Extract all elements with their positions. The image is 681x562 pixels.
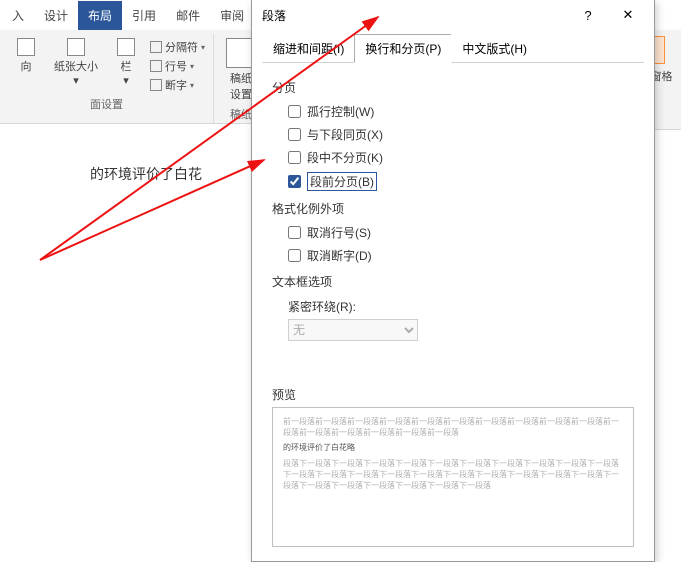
no-hyphenation-row[interactable]: 取消断字(D) <box>288 247 634 264</box>
orientation-icon <box>17 38 35 56</box>
dialog-tab-pagination[interactable]: 换行和分页(P) <box>354 34 452 63</box>
chevron-down-icon: ▾ <box>123 74 129 87</box>
breaks-label: 分隔符 <box>165 39 198 55</box>
tab-review[interactable]: 审阅 <box>210 1 254 30</box>
dialog-titlebar: 段落 ? ✕ <box>252 0 654 30</box>
tight-wrap-label: 紧密环绕(R): <box>288 298 634 315</box>
preview-box: 前一段落前一段落前一段落前一段落前一段落前一段落前一段落前一段落前一段落前一段落… <box>272 407 634 547</box>
hyphenation-icon <box>150 79 162 91</box>
dialog-help-button[interactable]: ? <box>570 3 606 27</box>
suppress-line-numbers-row[interactable]: 取消行号(S) <box>288 224 634 241</box>
dialog-close-button[interactable]: ✕ <box>610 3 646 27</box>
keep-lines-together-checkbox[interactable] <box>288 151 301 164</box>
page-size-label: 纸张大小 <box>54 58 98 74</box>
section-formatting-exceptions: 格式化例外项 <box>272 200 634 217</box>
keep-lines-together-label: 段中不分页(K) <box>307 149 383 166</box>
tab-references[interactable]: 引用 <box>122 1 166 30</box>
page-break-before-checkbox[interactable] <box>288 175 301 188</box>
keep-with-next-row[interactable]: 与下段同页(X) <box>288 126 634 143</box>
suppress-line-numbers-checkbox[interactable] <box>288 226 301 239</box>
line-numbers-icon <box>150 60 162 72</box>
dialog-body: 分页 孤行控制(W) 与下段同页(X) 段中不分页(K) 段前分页(B) 格式化… <box>252 63 654 561</box>
breaks-icon <box>150 41 162 53</box>
chevron-down-icon: ▾ <box>201 43 205 52</box>
preview-label: 预览 <box>272 386 634 403</box>
document-text: 的环境评价了白花 <box>90 164 202 184</box>
keep-with-next-label: 与下段同页(X) <box>307 126 383 143</box>
line-numbers-button[interactable]: 行号▾ <box>148 57 207 75</box>
chevron-down-icon: ▾ <box>190 62 194 71</box>
tight-wrap-select[interactable]: 无 <box>288 319 418 341</box>
section-pagination: 分页 <box>272 79 634 96</box>
columns-button[interactable]: 栏 ▾ <box>106 36 146 94</box>
orientation-label: 向 <box>21 58 32 74</box>
keep-with-next-checkbox[interactable] <box>288 128 301 141</box>
suppress-line-numbers-label: 取消行号(S) <box>307 224 371 241</box>
hyphenation-label: 断字 <box>165 77 187 93</box>
breaks-button[interactable]: 分隔符▾ <box>148 38 207 56</box>
paragraph-dialog: 段落 ? ✕ 缩进和间距(I) 换行和分页(P) 中文版式(H) 分页 孤行控制… <box>251 0 655 562</box>
dialog-title-text: 段落 <box>262 7 286 24</box>
no-hyphenation-checkbox[interactable] <box>288 249 301 262</box>
manuscript-label: 稿纸 设置 <box>230 70 252 102</box>
page-size-icon <box>67 38 85 56</box>
columns-label: 栏 <box>121 58 132 74</box>
tab-design[interactable]: 设计 <box>34 1 78 30</box>
line-numbers-label: 行号 <box>165 58 187 74</box>
page-size-button[interactable]: 纸张大小 ▾ <box>48 36 104 94</box>
tab-mailings[interactable]: 邮件 <box>166 1 210 30</box>
keep-lines-together-row[interactable]: 段中不分页(K) <box>288 149 634 166</box>
preview-main-text: 的环境评价了白花略 <box>283 442 623 453</box>
dialog-tabs: 缩进和间距(I) 换行和分页(P) 中文版式(H) <box>252 30 654 63</box>
preview-before-text: 前一段落前一段落前一段落前一段落前一段落前一段落前一段落前一段落前一段落前一段落… <box>283 416 623 438</box>
widow-control-row[interactable]: 孤行控制(W) <box>288 103 634 120</box>
orientation-button[interactable]: 向 <box>6 36 46 94</box>
dialog-tab-indent[interactable]: 缩进和间距(I) <box>262 34 355 63</box>
no-hyphenation-label: 取消断字(D) <box>307 247 372 264</box>
chevron-down-icon: ▾ <box>73 74 79 87</box>
section-textbox-options: 文本框选项 <box>272 273 634 290</box>
tab-insert[interactable]: 入 <box>2 1 34 30</box>
manuscript-group-label: 稿纸 <box>230 106 252 122</box>
preview-after-text: 段落下一段落下一段落下一段落下一段落下一段落下一段落下一段落下一段落下一段落下一… <box>283 458 623 492</box>
dialog-tab-asian[interactable]: 中文版式(H) <box>451 34 538 63</box>
tab-layout[interactable]: 布局 <box>78 1 122 30</box>
page-break-before-row[interactable]: 段前分页(B) <box>288 172 634 191</box>
widow-control-label: 孤行控制(W) <box>307 103 374 120</box>
page-break-before-label: 段前分页(B) <box>307 172 377 191</box>
hyphenation-button[interactable]: 断字▾ <box>148 76 207 94</box>
columns-icon <box>117 38 135 56</box>
page-setup-group-label: 面设置 <box>90 96 123 112</box>
chevron-down-icon: ▾ <box>190 81 194 90</box>
widow-control-checkbox[interactable] <box>288 105 301 118</box>
